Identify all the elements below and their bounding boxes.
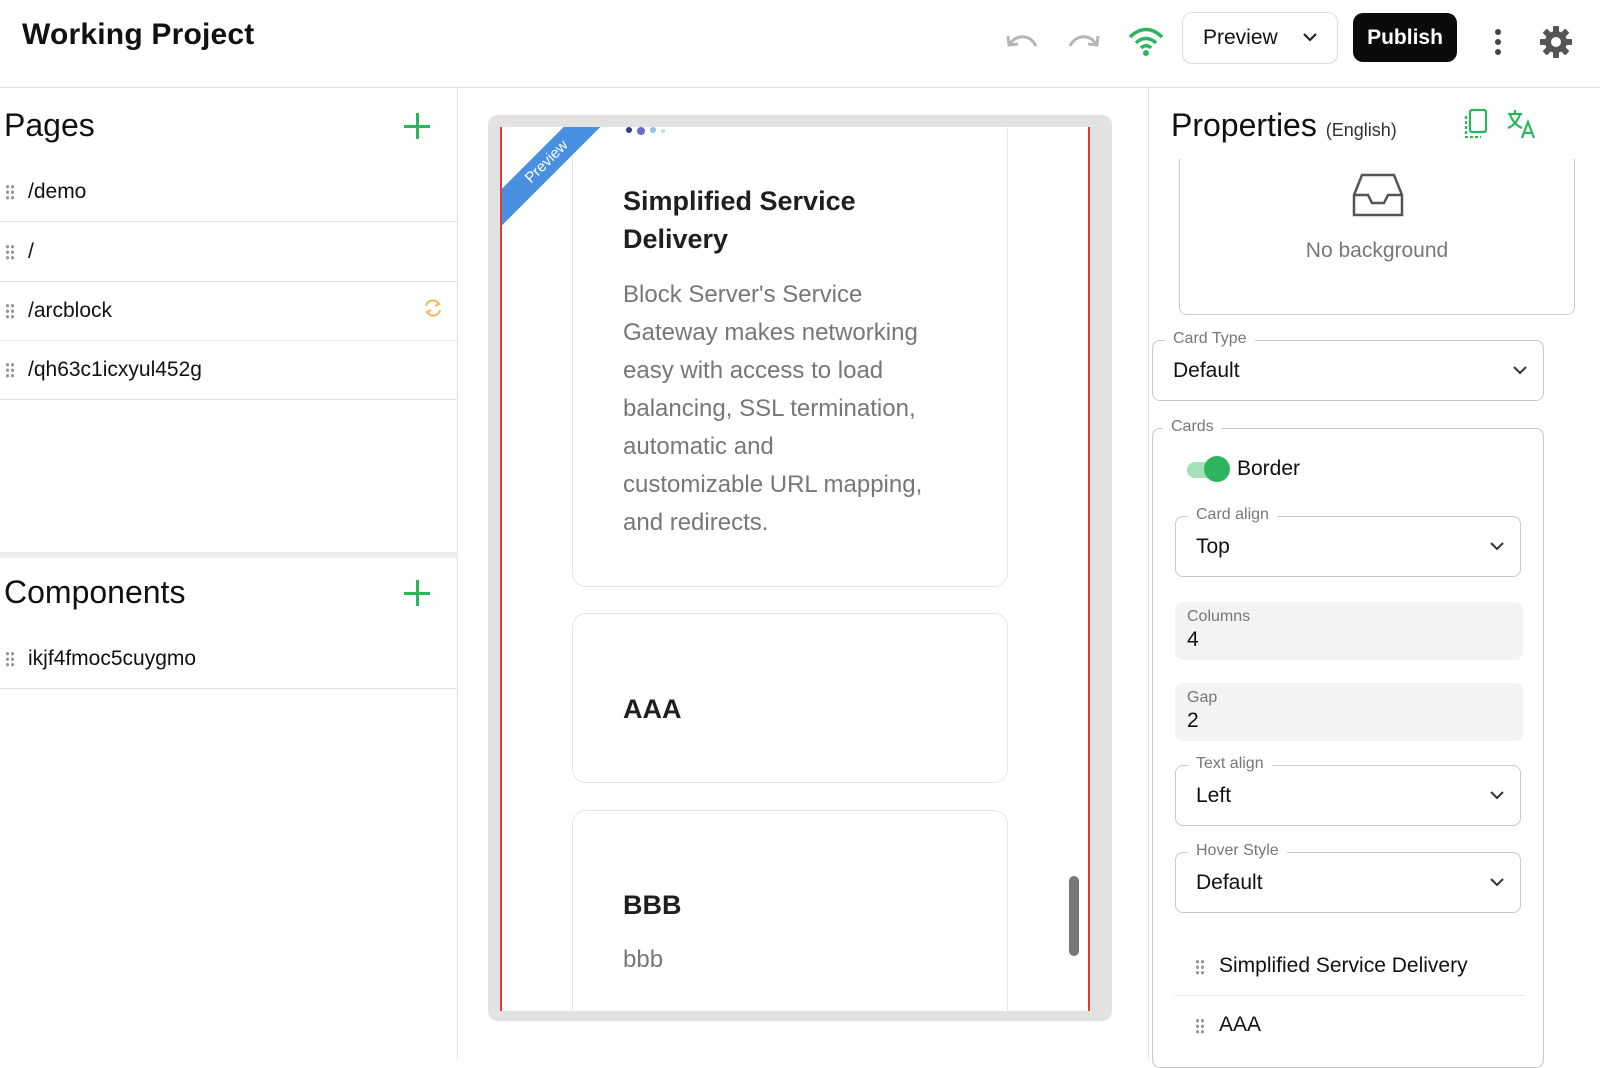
component-item[interactable]: ikjf4fmoc5cuygmo	[0, 629, 458, 689]
component-item-label: ikjf4fmoc5cuygmo	[28, 646, 197, 670]
columns-value[interactable]: 4	[1187, 628, 1199, 652]
undo-icon[interactable]	[1000, 20, 1044, 64]
pages-title: Pages	[4, 107, 95, 143]
card-list-item[interactable]: AAA	[1175, 997, 1523, 1055]
chevron-down-icon	[1488, 786, 1506, 809]
card-type-select[interactable]: Card Type Default	[1152, 330, 1544, 401]
left-panel: Pages /demo / /arcblock /qh63c1icxyul452…	[0, 89, 458, 1059]
card-title-line1: Simplified Service	[623, 186, 856, 216]
section-divider	[0, 552, 458, 558]
page-item-root[interactable]: /	[0, 222, 458, 282]
card-list-item[interactable]: Simplified Service Delivery	[1175, 938, 1523, 996]
card-description: Block Server's Service Gateway makes net…	[623, 276, 973, 542]
gap-label: Gap	[1187, 689, 1218, 706]
background-picker[interactable]: No background	[1179, 159, 1575, 315]
border-toggle-knob[interactable]	[1204, 456, 1230, 482]
drag-handle-icon[interactable]	[5, 650, 15, 667]
drag-handle-icon[interactable]	[5, 302, 15, 319]
text-align-value: Left	[1196, 784, 1232, 807]
card-list-label: Simplified Service Delivery	[1219, 954, 1468, 977]
page-item-label: /demo	[28, 179, 87, 203]
components-title: Components	[4, 574, 186, 610]
desc-line: Block Server's Service	[623, 281, 863, 308]
project-title: Working Project	[22, 18, 255, 51]
top-bar: Working Project Preview Publish	[0, 0, 1600, 88]
chevron-down-icon	[1511, 361, 1529, 384]
drag-handle-icon[interactable]	[5, 361, 15, 378]
card-aaa[interactable]: AAA	[572, 613, 1008, 783]
page-item-label: /	[28, 239, 34, 263]
no-background-label: No background	[1305, 239, 1449, 262]
page-item-label: /arcblock	[28, 298, 113, 322]
columns-label: Columns	[1187, 608, 1251, 625]
card-title: AAA	[623, 694, 682, 724]
inbox-icon	[1350, 169, 1406, 224]
preview-dropdown[interactable]: Preview	[1182, 12, 1338, 64]
preview-label: Preview	[1203, 26, 1278, 49]
page-item-demo[interactable]: /demo	[0, 162, 458, 222]
drag-handle-icon[interactable]	[5, 183, 15, 200]
desc-line: customizable URL mapping,	[623, 471, 923, 498]
preview-screen[interactable]: Simplified Service Delivery Block Server…	[500, 127, 1090, 1011]
desc-line: easy with access to load	[623, 357, 884, 384]
hover-style-select[interactable]: Hover Style Default	[1175, 842, 1521, 913]
desc-line: Gateway makes networking	[623, 319, 918, 346]
columns-field[interactable]: Columns 4	[1175, 602, 1523, 660]
desc-line: balancing, SSL termination,	[623, 395, 916, 422]
gear-icon[interactable]	[1534, 20, 1578, 64]
card-bbb[interactable]: BBB bbb	[572, 810, 1008, 1011]
page-item-arcblock[interactable]: /arcblock	[0, 281, 458, 341]
canvas-area: Simplified Service Delivery Block Server…	[460, 89, 1140, 1059]
page-item-qh63[interactable]: /qh63c1icxyul452g	[0, 340, 458, 400]
border-label: Border	[1237, 457, 1301, 480]
translate-icon[interactable]	[1505, 107, 1539, 141]
page-item-label: /qh63c1icxyul452g	[28, 357, 202, 381]
properties-title-text: Properties	[1171, 107, 1317, 143]
text-align-select[interactable]: Text align Left	[1175, 755, 1521, 826]
add-component-plus-icon[interactable]	[404, 580, 430, 606]
card-align-label: Card align	[1188, 506, 1277, 524]
card-description: bbb	[623, 946, 664, 973]
card-image	[623, 127, 673, 135]
gap-field[interactable]: Gap 2	[1175, 683, 1523, 741]
more-vertical-icon[interactable]	[1476, 20, 1520, 64]
drag-handle-icon[interactable]	[1195, 959, 1205, 975]
drag-handle-icon[interactable]	[5, 243, 15, 260]
properties-language: (English)	[1325, 120, 1397, 140]
card-align-value: Top	[1196, 535, 1230, 558]
card-type-value: Default	[1173, 359, 1240, 382]
add-page-plus-icon[interactable]	[404, 113, 430, 139]
card-type-label: Card Type	[1165, 330, 1255, 348]
copy-icon[interactable]	[1461, 107, 1495, 141]
wifi-icon	[1124, 20, 1168, 64]
desc-line: and redirects.	[623, 509, 769, 536]
card-title: BBB	[623, 890, 682, 920]
chevron-down-icon	[1488, 873, 1506, 896]
card-simplified-service[interactable]: Simplified Service Delivery Block Server…	[572, 127, 1008, 587]
gap-value[interactable]: 2	[1187, 709, 1199, 733]
drag-handle-icon[interactable]	[1195, 1018, 1205, 1034]
desc-line: automatic and	[623, 433, 774, 460]
text-align-label: Text align	[1188, 755, 1272, 773]
chevron-down-icon	[1488, 537, 1506, 560]
card-list-label: AAA	[1219, 1013, 1262, 1036]
canvas-scrollbar[interactable]	[1069, 876, 1079, 956]
card-align-select[interactable]: Card align Top	[1175, 506, 1521, 577]
properties-title: Properties (English)	[1171, 107, 1397, 144]
cards-group-label: Cards	[1163, 418, 1222, 436]
chevron-down-icon	[1301, 28, 1319, 52]
hover-style-value: Default	[1196, 871, 1263, 894]
publish-button[interactable]: Publish	[1353, 13, 1457, 62]
redo-icon[interactable]	[1062, 20, 1106, 64]
card-title-line2: Delivery	[623, 224, 729, 254]
sync-icon	[422, 297, 444, 324]
hover-style-label: Hover Style	[1188, 842, 1287, 860]
